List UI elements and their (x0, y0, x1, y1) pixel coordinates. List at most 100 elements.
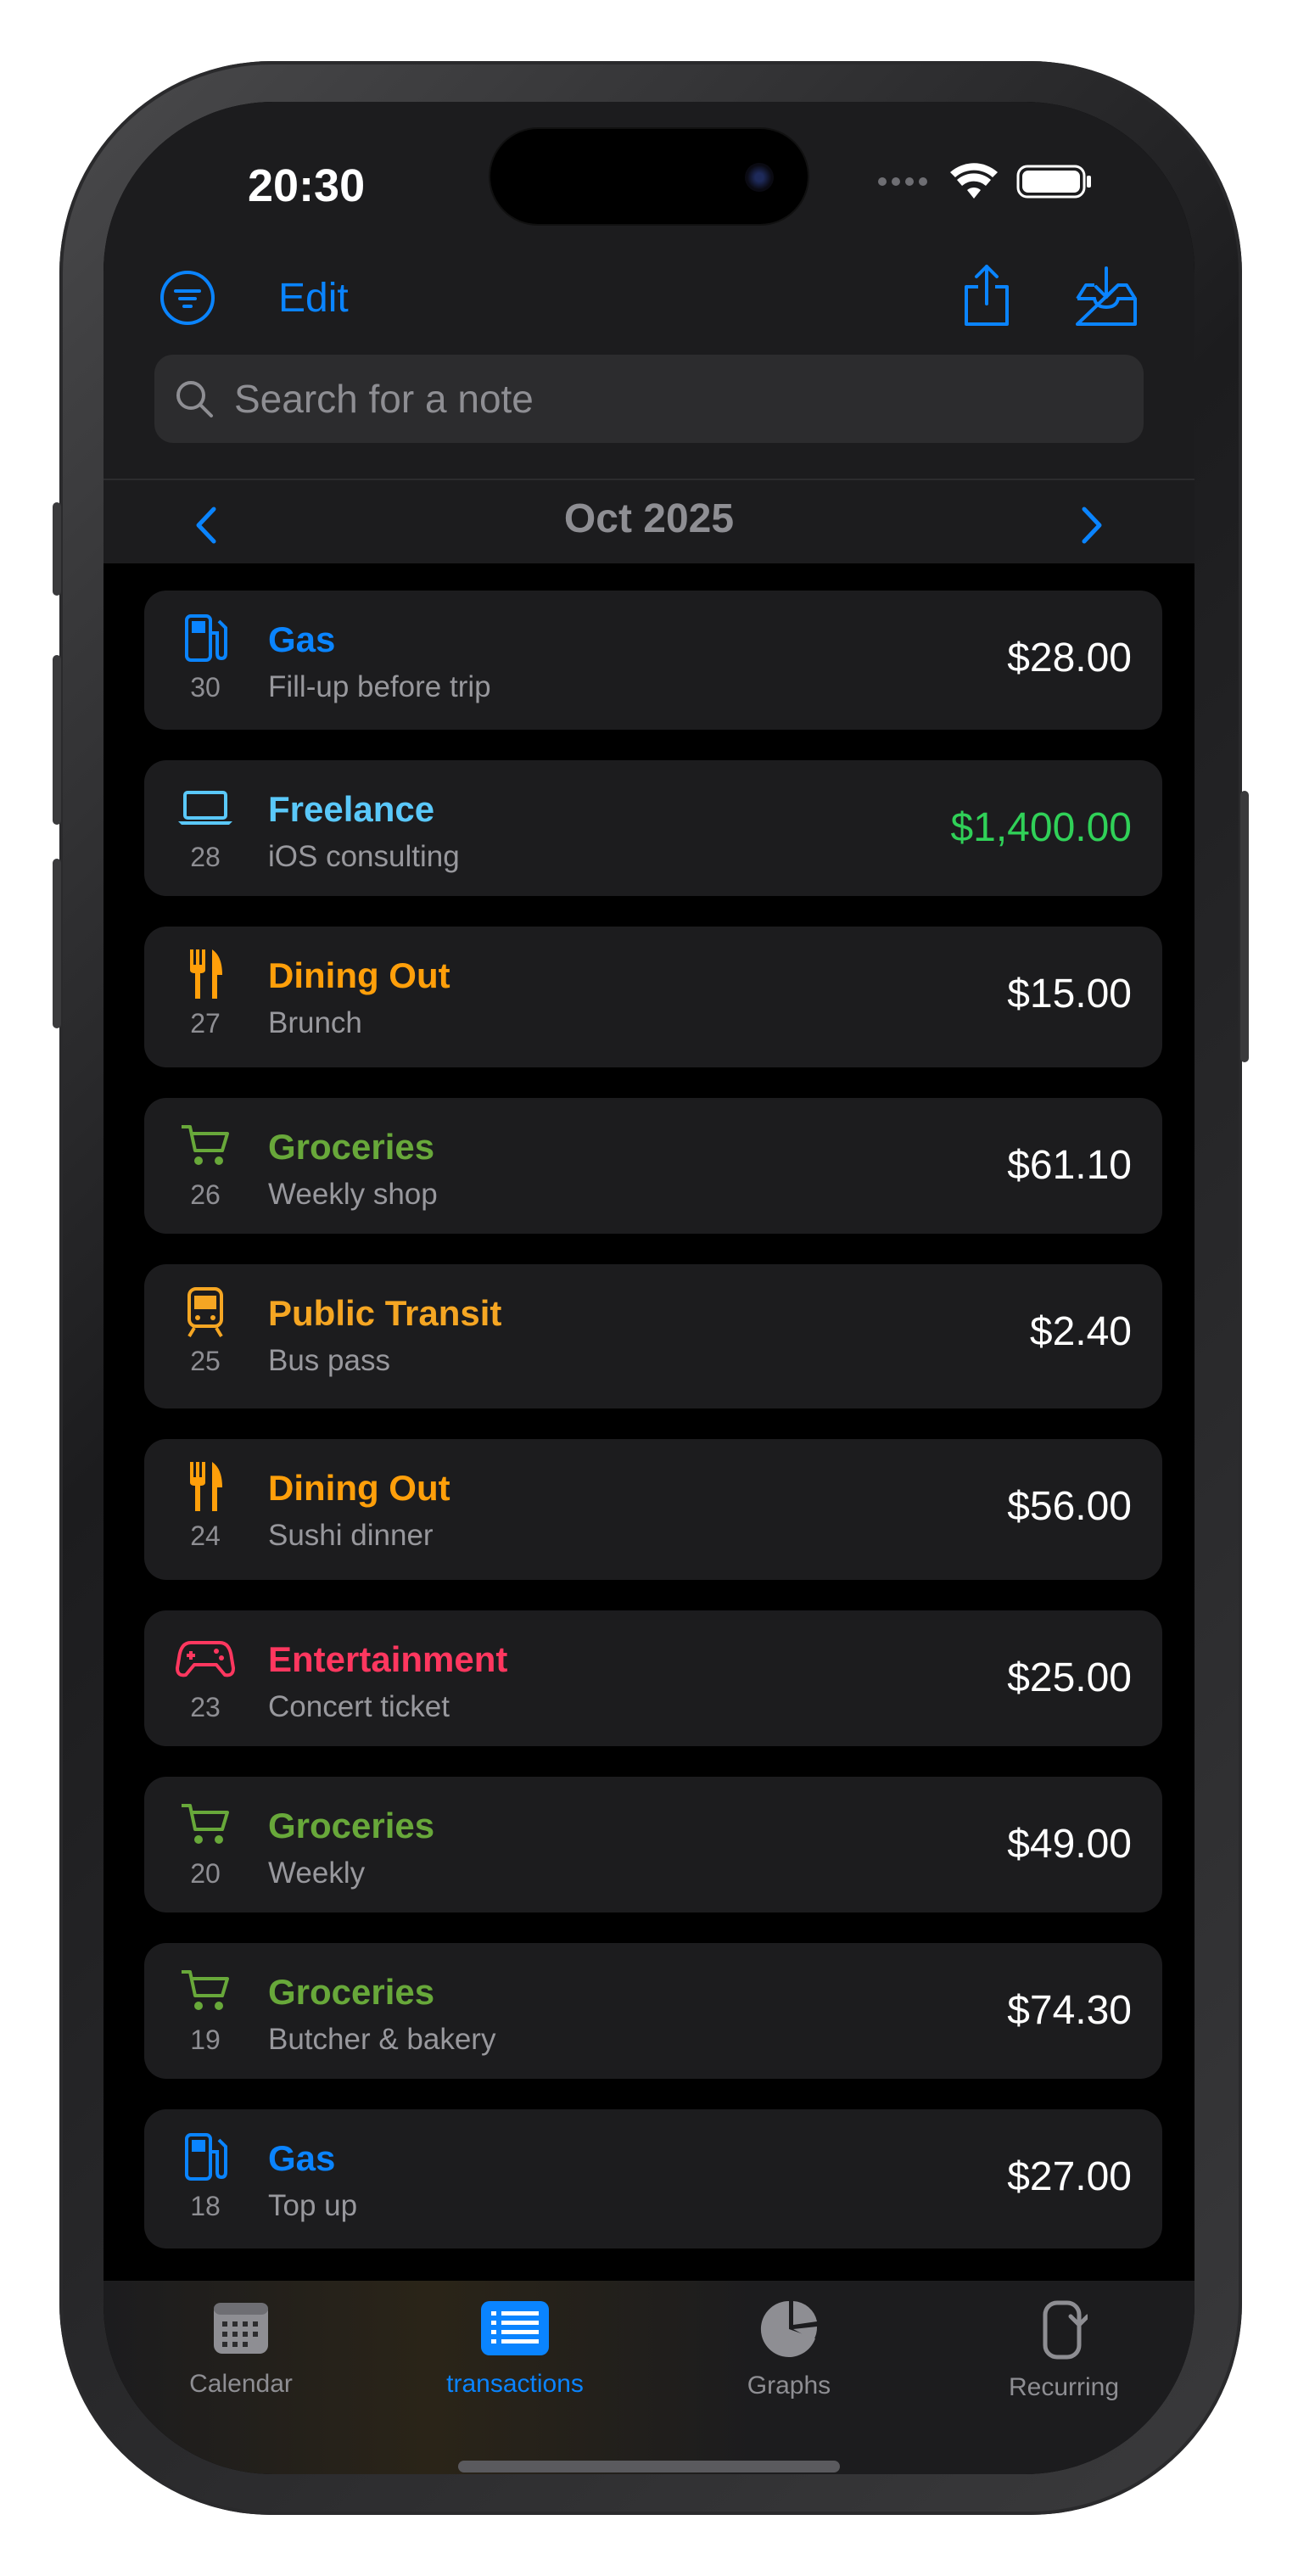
transaction-note: Weekly shop (268, 1178, 438, 1211)
fuel-pump-icon (170, 2130, 241, 2184)
transaction-row[interactable]: 26 Groceries Weekly shop $61.10 (144, 1098, 1162, 1234)
transaction-list: 30 Gas Fill-up before trip $28.00 28 Freelanc… (144, 591, 1162, 2279)
signal-dots-icon (878, 177, 927, 186)
front-camera (745, 163, 774, 192)
transaction-category: Public Transit (268, 1293, 502, 1333)
fork-knife-icon (170, 947, 241, 1001)
transaction-amount: $15.00 (1007, 972, 1132, 1016)
laptop-icon (170, 781, 241, 835)
power-button (1240, 791, 1249, 1062)
status-time: 20:30 (248, 160, 366, 211)
transaction-day: 27 (190, 1008, 221, 1039)
tab-graphs[interactable]: Graphs (679, 2299, 899, 2400)
month-navigator: Oct 2025 (104, 479, 1194, 563)
transaction-row[interactable]: 25 Public Transit Bus pass $2.40 (144, 1264, 1162, 1408)
status-indicators (877, 163, 1093, 200)
tab-transactions[interactable]: transactions (405, 2299, 625, 2399)
transaction-amount: $56.00 (1007, 1484, 1132, 1529)
transaction-note: Butcher & bakery (268, 2023, 496, 2056)
transaction-row[interactable]: 23 Entertainment Concert ticket $25.00 (144, 1610, 1162, 1746)
home-indicator (458, 2461, 840, 2472)
transaction-row[interactable]: 28 Freelance iOS consulting $1,400.00 (144, 760, 1162, 896)
transaction-day: 20 (190, 1858, 221, 1889)
tab-recurring-label: Recurring (1008, 2373, 1120, 2401)
tab-bar: Calendar transactions Graphs Recurring (104, 2281, 1194, 2474)
transaction-amount: $74.30 (1007, 1988, 1132, 2033)
tab-calendar[interactable]: Calendar (131, 2299, 351, 2399)
transaction-note: Top up (268, 2189, 358, 2222)
import-button[interactable] (1071, 263, 1142, 331)
transaction-category: Groceries (268, 1972, 435, 2012)
cart-icon (170, 1797, 241, 1851)
transaction-note: Weekly (268, 1856, 366, 1890)
transaction-amount: $2.40 (1029, 1309, 1132, 1354)
transaction-amount: $27.00 (1007, 2154, 1132, 2199)
transaction-note: Bus pass (268, 1344, 390, 1377)
calendar-icon (214, 2303, 268, 2354)
list-icon (481, 2301, 549, 2355)
month-label: Oct 2025 (563, 496, 735, 541)
fuel-pump-icon (170, 611, 241, 665)
search-input[interactable] (232, 375, 1084, 423)
filter-icon (160, 271, 215, 325)
cart-icon (170, 1118, 241, 1173)
dynamic-island (490, 129, 808, 224)
action-button (53, 502, 61, 596)
transaction-day: 30 (190, 672, 221, 703)
tram-icon (170, 1285, 241, 1339)
search-bar (154, 355, 1144, 443)
transaction-amount: $25.00 (1007, 1655, 1132, 1700)
screen: 20:30 Edit Search for a note Oct 2025 30… (104, 102, 1194, 2474)
transaction-note: Brunch (268, 1006, 362, 1039)
transaction-amount: $61.10 (1007, 1143, 1132, 1188)
cart-icon (170, 1963, 241, 2018)
transaction-category: Freelance (268, 789, 435, 829)
transaction-category: Groceries (268, 1127, 435, 1167)
volume-up-button (53, 655, 61, 825)
tab-transactions-label: transactions (446, 2370, 584, 2398)
pie-chart-icon (760, 2300, 818, 2357)
transaction-day: 18 (190, 2191, 221, 2221)
tab-graphs-label: Graphs (747, 2372, 831, 2400)
search-icon (176, 381, 213, 417)
transaction-row[interactable]: 20 Groceries Weekly $49.00 (144, 1777, 1162, 1912)
transaction-category: Entertainment (268, 1639, 508, 1679)
transaction-note: iOS consulting (268, 840, 460, 873)
transaction-category: Dining Out (268, 1468, 450, 1508)
transaction-amount: $49.00 (1007, 1822, 1132, 1867)
transaction-category: Gas (268, 619, 336, 659)
transaction-row[interactable]: 30 Gas Fill-up before trip $28.00 (144, 591, 1162, 730)
transaction-note: Concert ticket (268, 1690, 450, 1723)
fork-knife-icon (170, 1459, 241, 1514)
tab-calendar-label: Calendar (189, 2370, 293, 2398)
battery-icon (1016, 165, 1091, 199)
gamepad-icon (170, 1631, 241, 1685)
transaction-day: 23 (190, 1692, 221, 1722)
tray-download-icon (1076, 266, 1137, 326)
transaction-row[interactable]: 24 Dining Out Sushi dinner $56.00 (144, 1439, 1162, 1580)
transaction-amount: $28.00 (1007, 636, 1132, 680)
transaction-day: 19 (190, 2024, 221, 2055)
next-month-button[interactable] (1079, 506, 1105, 545)
transaction-day: 25 (190, 1346, 221, 1376)
recurring-icon (1043, 2300, 1090, 2360)
transaction-note: Fill-up before trip (268, 670, 491, 703)
transaction-category: Dining Out (268, 955, 450, 995)
tab-recurring[interactable]: Recurring (954, 2299, 1174, 2402)
transaction-row[interactable]: 18 Gas Top up $27.00 (144, 2109, 1162, 2248)
share-icon (965, 265, 1009, 326)
transaction-row[interactable]: 27 Dining Out Brunch $15.00 (144, 927, 1162, 1067)
transaction-category: Gas (268, 2138, 336, 2178)
transaction-amount: $1,400.00 (950, 805, 1132, 850)
transaction-row[interactable]: 19 Groceries Butcher & bakery $74.30 (144, 1943, 1162, 2079)
share-button[interactable] (957, 260, 1016, 331)
transaction-day: 26 (190, 1179, 221, 1210)
transaction-category: Groceries (268, 1806, 435, 1845)
filter-button[interactable] (158, 268, 217, 328)
volume-down-button (53, 859, 61, 1028)
wifi-icon (950, 163, 998, 199)
transaction-day: 28 (190, 842, 221, 872)
transaction-note: Sushi dinner (268, 1519, 434, 1552)
edit-button[interactable]: Edit (278, 275, 349, 322)
transaction-day: 24 (190, 1520, 221, 1551)
